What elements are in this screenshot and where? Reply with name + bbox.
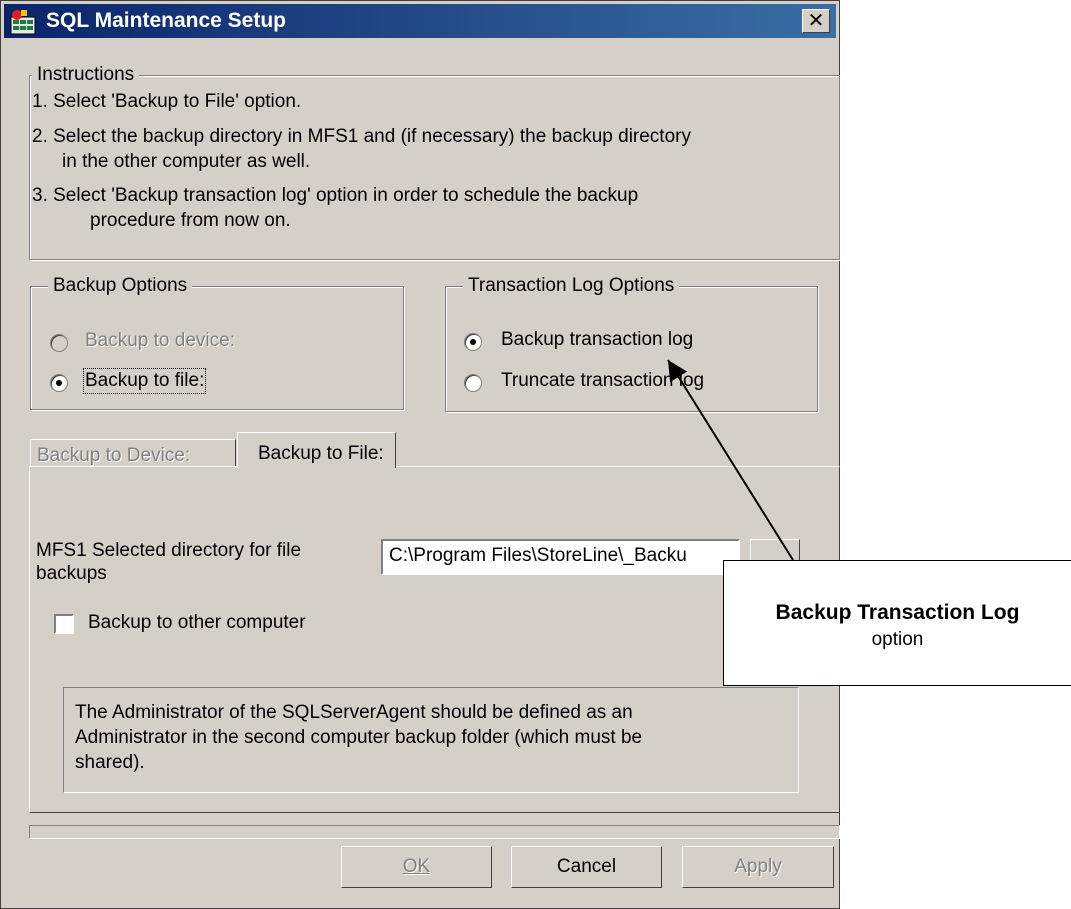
backup-transaction-log-label: Backup transaction log [501,329,694,350]
note-line-3: shared). [75,752,145,773]
backup-to-file-tab-panel: MFS1 Selected directory for file backups… [29,466,840,813]
backup-directory-input[interactable]: C:\Program Files\StoreLine\_Backu [381,539,740,575]
tab-backup-to-file[interactable]: Backup to File: [237,432,396,468]
note-line-2: Administrator in the second computer bac… [75,727,643,748]
instructions-group: Instructions 1. Select 'Backup to File' … [29,64,840,260]
callout-box: Backup Transaction Log option [723,560,1071,686]
checkbox-icon [54,614,74,634]
app-icon [10,10,36,35]
status-bar [29,825,840,839]
instruction-step-3-cont: procedure from now on. [90,210,291,231]
backup-to-file-label: Backup to file: [82,368,207,394]
backup-to-other-computer-label: Backup to other computer [88,612,306,633]
instruction-step-1: 1. Select 'Backup to File' option. [32,91,302,112]
instruction-step-2: 2. Select the backup directory in MFS1 a… [32,126,691,147]
cancel-button-label: Cancel [556,856,617,877]
apply-button-label: Apply [734,856,782,877]
transaction-log-options-title: Transaction Log Options [463,275,680,297]
administrator-note: The Administrator of the SQLServerAgent … [63,687,799,793]
tab-backup-to-device[interactable]: Backup to Device: [30,439,236,467]
backup-options-group: Backup Options Backup to device: Backup … [30,275,404,410]
callout-subtitle: option [871,629,924,650]
instruction-step-3: 3. Select 'Backup transaction log' optio… [32,185,639,206]
dialog-window: SQL Maintenance Setup ✕ Instructions 1. … [0,0,840,909]
ok-button[interactable]: OK [341,846,492,888]
apply-button[interactable]: Apply [682,846,834,888]
radio-icon [464,333,482,351]
ok-button-label: OK [402,856,431,877]
radio-icon [50,374,68,392]
backup-options-title: Backup Options [48,275,193,297]
close-button[interactable]: ✕ [802,9,830,33]
cancel-button[interactable]: Cancel [511,846,662,888]
title-bar[interactable]: SQL Maintenance Setup ✕ [4,4,836,38]
instruction-step-2-cont: in the other computer as well. [62,151,311,172]
backup-to-device-label: Backup to device: [85,330,235,351]
truncate-transaction-log-label: Truncate transaction log [501,370,705,391]
close-icon: ✕ [807,10,825,32]
note-line-1: The Administrator of the SQLServerAgent … [75,702,633,723]
directory-label: MFS1 Selected directory for file [36,540,302,561]
radio-icon [50,334,68,352]
window-title: SQL Maintenance Setup [46,9,286,32]
directory-label-cont: backups [36,563,107,584]
instructions-title: Instructions [32,64,140,86]
tab-label: Backup to Device: [37,445,191,466]
tab-label: Backup to File: [258,443,384,464]
callout-title: Backup Transaction Log [775,601,1020,624]
transaction-log-options-group: Transaction Log Options Backup transacti… [445,275,818,412]
radio-icon [464,374,482,392]
